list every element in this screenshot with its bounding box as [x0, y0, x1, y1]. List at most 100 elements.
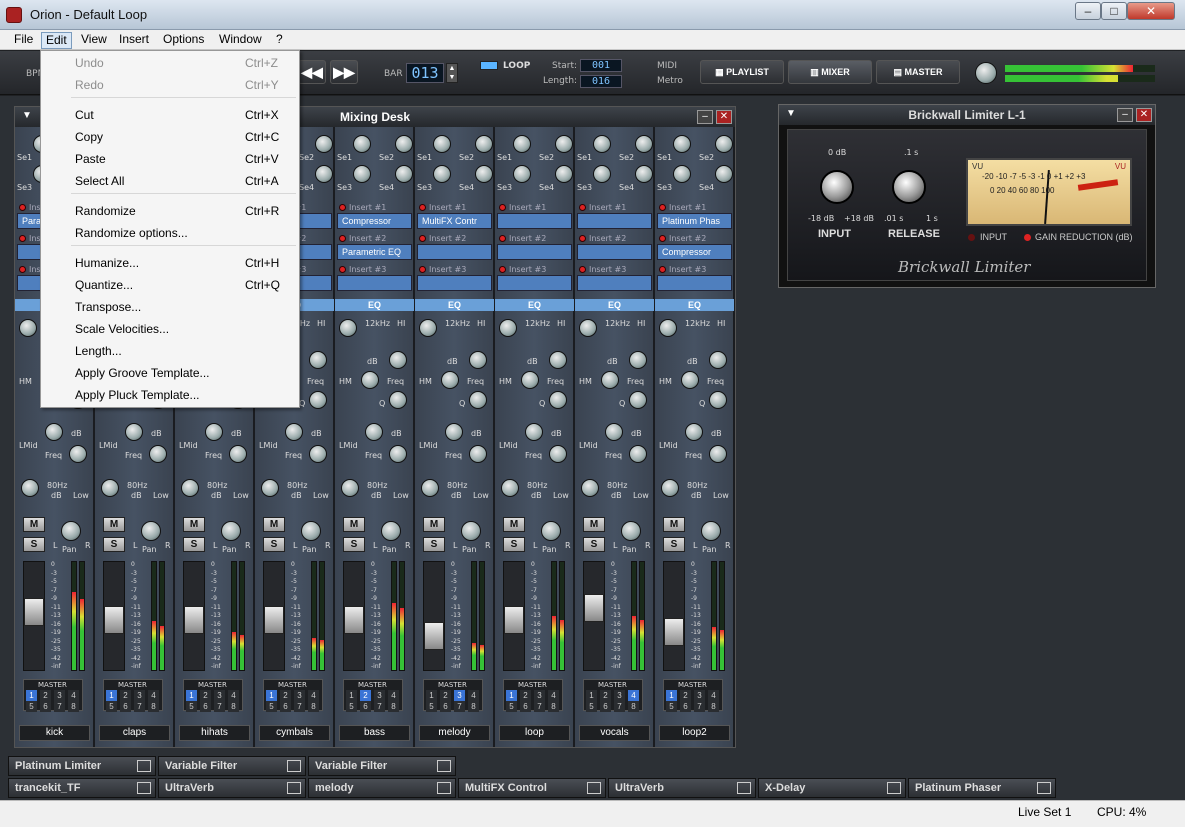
forward-button[interactable]: ▶▶	[330, 60, 358, 84]
insert-slot[interactable]	[497, 213, 572, 229]
fader-handle[interactable]	[264, 606, 284, 634]
insert-led[interactable]	[419, 266, 426, 273]
channel-name[interactable]: loop2	[659, 725, 730, 741]
eq-header[interactable]: EQ	[415, 299, 494, 311]
eq-hm-q-knob[interactable]	[629, 391, 647, 409]
eq-header[interactable]: EQ	[655, 299, 734, 311]
insert-led[interactable]	[419, 235, 426, 242]
restore-icon[interactable]	[137, 782, 151, 794]
plugin-tab[interactable]: MultiFX Control	[458, 778, 606, 798]
restore-icon[interactable]	[137, 760, 151, 772]
route-button-8[interactable]: 8	[388, 701, 399, 712]
route-button-4[interactable]: 4	[388, 690, 399, 701]
solo-button[interactable]: S	[183, 537, 205, 552]
route-button-6[interactable]: 6	[680, 701, 691, 712]
eq-hm-freq-knob[interactable]	[361, 371, 379, 389]
route-button-7[interactable]: 7	[534, 701, 545, 712]
mute-button[interactable]: M	[183, 517, 205, 532]
eq-low-gain-knob[interactable]	[341, 479, 359, 497]
send-knob[interactable]	[673, 165, 691, 183]
send-knob[interactable]	[513, 165, 531, 183]
route-button-4[interactable]: 4	[468, 690, 479, 701]
maximize-button[interactable]: □	[1101, 2, 1127, 20]
eq-low-gain-knob[interactable]	[181, 479, 199, 497]
insert-slot[interactable]: Platinum Phas	[657, 213, 732, 229]
eq-hm-freq-knob[interactable]	[441, 371, 459, 389]
eq-hi-gain-knob[interactable]	[499, 319, 517, 337]
solo-button[interactable]: S	[343, 537, 365, 552]
route-button-6[interactable]: 6	[120, 701, 131, 712]
insert-slot[interactable]	[577, 244, 652, 260]
solo-button[interactable]: S	[263, 537, 285, 552]
insert-led[interactable]	[579, 266, 586, 273]
solo-button[interactable]: S	[423, 537, 445, 552]
insert-slot[interactable]	[657, 275, 732, 291]
route-button-7[interactable]: 7	[614, 701, 625, 712]
master-volume-knob[interactable]	[975, 62, 997, 84]
eq-hm-q-knob[interactable]	[469, 391, 487, 409]
route-button-4[interactable]: 4	[708, 690, 719, 701]
eq-lmid-gain-knob[interactable]	[365, 423, 383, 441]
pan-knob[interactable]	[141, 521, 161, 541]
send-knob[interactable]	[635, 165, 653, 183]
insert-led[interactable]	[579, 204, 586, 211]
route-button-1[interactable]: 1	[506, 690, 517, 701]
menu-options[interactable]: Options	[159, 32, 208, 49]
route-button-6[interactable]: 6	[360, 701, 371, 712]
route-button-3[interactable]: 3	[134, 690, 145, 701]
route-button-8[interactable]: 8	[628, 701, 639, 712]
limiter-close-button[interactable]: ✕	[1136, 108, 1152, 122]
eq-header[interactable]: EQ	[335, 299, 414, 311]
send-knob[interactable]	[593, 165, 611, 183]
eq-low-gain-knob[interactable]	[581, 479, 599, 497]
route-button-2[interactable]: 2	[280, 690, 291, 701]
loop-length-display[interactable]: 016	[580, 75, 622, 88]
menu-item[interactable]: Copy Ctrl+C	[75, 130, 295, 152]
limiter-minimize-button[interactable]: –	[1117, 108, 1133, 122]
route-button-7[interactable]: 7	[694, 701, 705, 712]
route-button-2[interactable]: 2	[520, 690, 531, 701]
fader-track[interactable]	[423, 561, 445, 671]
eq-lmid-gain-knob[interactable]	[685, 423, 703, 441]
menu-item[interactable]: Humanize... Ctrl+H	[75, 256, 295, 278]
insert-slot[interactable]: MultiFX Contr	[417, 213, 492, 229]
bar-display[interactable]: 013	[406, 63, 444, 83]
limiter-collapse-arrow-icon[interactable]: ▼	[783, 108, 799, 122]
eq-hm-q-knob[interactable]	[309, 391, 327, 409]
channel-name[interactable]: vocals	[579, 725, 650, 741]
route-button-5[interactable]: 5	[186, 701, 197, 712]
menu-item[interactable]: Undo Ctrl+Z	[75, 56, 295, 78]
eq-header[interactable]: EQ	[495, 299, 574, 311]
route-button-6[interactable]: 6	[200, 701, 211, 712]
route-button-7[interactable]: 7	[134, 701, 145, 712]
insert-slot[interactable]	[577, 213, 652, 229]
restore-icon[interactable]	[737, 782, 751, 794]
insert-led[interactable]	[659, 266, 666, 273]
route-button-3[interactable]: 3	[374, 690, 385, 701]
send-knob[interactable]	[673, 135, 691, 153]
route-button-3[interactable]: 3	[614, 690, 625, 701]
route-button-5[interactable]: 5	[26, 701, 37, 712]
eq-lmid-freq-knob[interactable]	[389, 445, 407, 463]
route-button-2[interactable]: 2	[680, 690, 691, 701]
eq-lmid-gain-knob[interactable]	[125, 423, 143, 441]
route-button-3[interactable]: 3	[454, 690, 465, 701]
insert-led[interactable]	[419, 204, 426, 211]
pan-knob[interactable]	[541, 521, 561, 541]
route-button-8[interactable]: 8	[708, 701, 719, 712]
route-button-2[interactable]: 2	[440, 690, 451, 701]
route-button-8[interactable]: 8	[148, 701, 159, 712]
insert-led[interactable]	[659, 235, 666, 242]
send-knob[interactable]	[475, 165, 493, 183]
channel-name[interactable]: loop	[499, 725, 570, 741]
menu-item[interactable]: Randomize Ctrl+R	[75, 204, 295, 226]
plugin-tab[interactable]: Variable Filter	[158, 756, 306, 776]
input-knob[interactable]	[820, 170, 854, 204]
eq-hi-gain-knob[interactable]	[659, 319, 677, 337]
channel-name[interactable]: cymbals	[259, 725, 330, 741]
route-button-8[interactable]: 8	[228, 701, 239, 712]
menu-view[interactable]: View	[77, 32, 111, 49]
fader-track[interactable]	[503, 561, 525, 671]
eq-hi-gain-knob[interactable]	[419, 319, 437, 337]
loop-start-display[interactable]: 001	[580, 59, 622, 72]
